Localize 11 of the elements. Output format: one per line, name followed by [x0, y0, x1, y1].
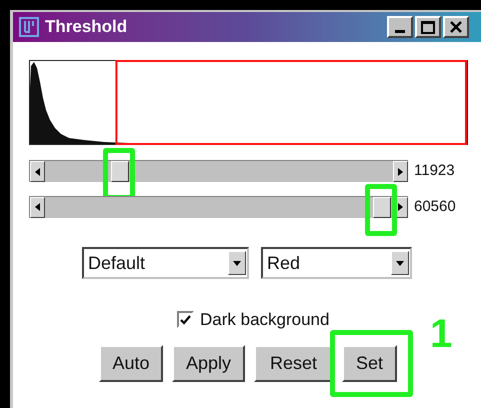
dropdown[interactable]: Red	[261, 247, 412, 279]
dialog-button[interactable]: Reset	[254, 344, 333, 382]
slider-value: 11923	[414, 161, 455, 181]
checkbox-label: Dark background	[200, 309, 330, 331]
callout-number: 1	[430, 314, 452, 354]
dialog-button[interactable]: Set	[342, 344, 397, 382]
slider-value: 60560	[414, 196, 456, 216]
window-title: Threshold	[45, 16, 128, 38]
dropdown[interactable]: Default	[82, 247, 249, 279]
dialog-button[interactable]: Auto	[99, 344, 163, 382]
dialog-button[interactable]: Apply	[172, 344, 245, 382]
